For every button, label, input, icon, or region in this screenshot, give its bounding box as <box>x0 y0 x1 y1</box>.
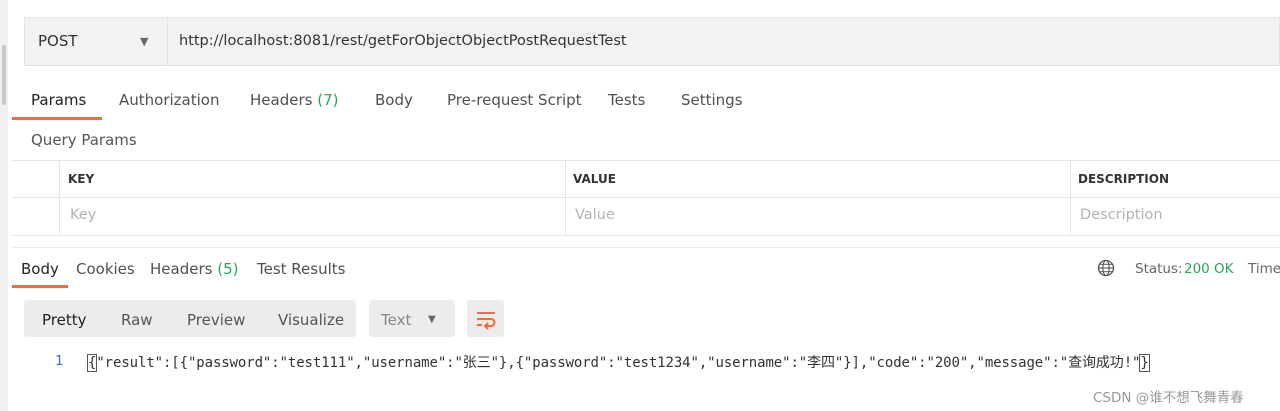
view-visualize-button[interactable]: Visualize <box>278 311 344 329</box>
view-preview-button[interactable]: Preview <box>187 311 245 329</box>
close-brace: } <box>1139 354 1150 372</box>
tab-body[interactable]: Body <box>375 91 413 109</box>
chevron-down-icon: ▼ <box>428 314 436 325</box>
tab-tests[interactable]: Tests <box>608 91 645 109</box>
section-divider <box>12 247 1280 248</box>
response-tab-test-results[interactable]: Test Results <box>257 260 345 278</box>
tab-pre-request-script[interactable]: Pre-request Script <box>447 91 582 109</box>
response-json: "result":[{"password":"test111","usernam… <box>96 355 1141 371</box>
chevron-down-icon: ▼ <box>140 35 149 48</box>
column-header-key: KEY <box>68 172 95 186</box>
globe-icon[interactable] <box>1097 259 1115 277</box>
query-params-title: Query Params <box>31 131 137 149</box>
response-headers-count: (5) <box>217 260 239 278</box>
format-label: Text <box>381 311 412 329</box>
tab-headers[interactable]: Headers (7) <box>250 91 338 109</box>
description-input[interactable]: Description <box>1080 207 1163 223</box>
table-border-top <box>12 160 1280 161</box>
tab-authorization[interactable]: Authorization <box>119 91 219 109</box>
table-border-bottom <box>12 235 1280 236</box>
line-number: 1 <box>55 353 64 369</box>
response-body-line[interactable]: {"result":[{"password":"test111","userna… <box>86 352 1150 372</box>
table-divider <box>1070 160 1071 236</box>
column-header-description: DESCRIPTION <box>1078 172 1170 186</box>
time-label: Time <box>1248 261 1280 277</box>
active-response-tab-indicator <box>12 285 68 288</box>
view-pretty-button[interactable]: Pretty <box>42 311 87 329</box>
table-divider <box>565 160 566 236</box>
watermark: CSDN @谁不想飞舞青春 <box>1093 390 1244 406</box>
key-input[interactable]: Key <box>70 207 96 223</box>
status-value: 200 OK <box>1184 261 1234 277</box>
response-tab-headers[interactable]: Headers (5) <box>150 260 238 278</box>
method-label: POST <box>38 32 78 50</box>
url-text: http://localhost:8081/rest/getForObjectO… <box>179 33 627 49</box>
table-divider <box>59 160 60 236</box>
wrap-lines-icon <box>477 312 496 330</box>
response-tab-body[interactable]: Body <box>21 260 59 278</box>
status-label: Status: <box>1135 261 1183 277</box>
view-raw-button[interactable]: Raw <box>121 311 153 329</box>
headers-count: (7) <box>317 91 339 109</box>
tab-settings[interactable]: Settings <box>681 91 743 109</box>
value-input[interactable]: Value <box>575 207 615 223</box>
table-border-mid <box>12 197 1280 198</box>
active-tab-indicator <box>12 117 102 120</box>
column-header-value: VALUE <box>573 172 616 186</box>
tab-params[interactable]: Params <box>31 91 86 109</box>
response-tab-cookies[interactable]: Cookies <box>76 260 135 278</box>
left-scrollbar-thumb[interactable] <box>2 45 6 105</box>
